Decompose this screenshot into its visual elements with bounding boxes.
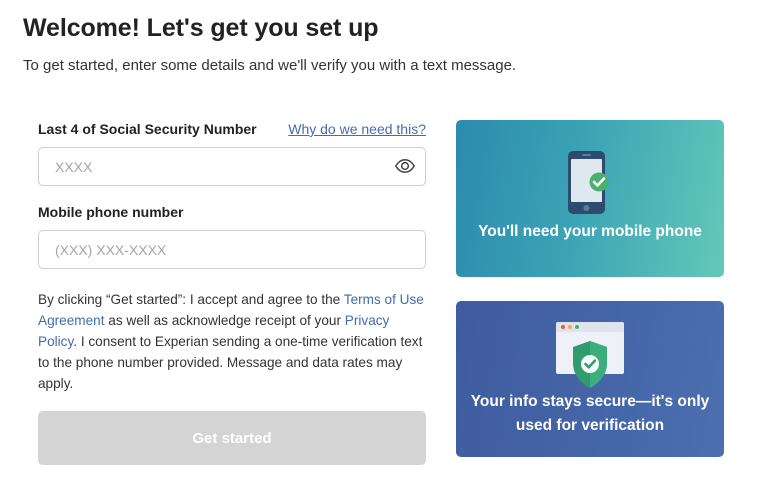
browser-shield-check-icon <box>556 322 624 388</box>
consent-text-part3: . I consent to Experian sending a one-ti… <box>38 334 423 391</box>
phone-field <box>38 230 426 269</box>
phone-input[interactable] <box>39 231 395 268</box>
ssn-label: Last 4 of Social Security Number <box>38 121 257 137</box>
page-subtitle: To get started, enter some details and w… <box>23 57 517 74</box>
setup-form: Last 4 of Social Security Number Why do … <box>38 121 426 465</box>
secure-info-card: Your info stays secure—it's only used fo… <box>456 301 724 457</box>
get-started-button[interactable]: Get started <box>38 411 426 465</box>
ssn-label-row: Last 4 of Social Security Number Why do … <box>38 121 426 139</box>
phone-label: Mobile phone number <box>38 204 184 220</box>
mobile-phone-card-text: You'll need your mobile phone <box>478 223 702 240</box>
eye-icon[interactable] <box>395 158 415 174</box>
consent-text-part2: as well as acknowledge receipt of your <box>104 313 345 328</box>
phone-label-row: Mobile phone number <box>38 204 426 222</box>
ssn-field <box>38 147 426 186</box>
why-do-we-need-this-link[interactable]: Why do we need this? <box>288 121 426 137</box>
consent-text-part1: By clicking “Get started”: I accept and … <box>38 292 344 307</box>
mobile-phone-card: You'll need your mobile phone <box>456 120 724 277</box>
consent-text: By clicking “Get started”: I accept and … <box>38 289 428 394</box>
mobile-phone-check-icon <box>568 151 609 214</box>
page-title: Welcome! Let's get you set up <box>23 14 379 42</box>
ssn-input[interactable] <box>39 148 395 185</box>
secure-info-card-text: Your info stays secure—it's only used fo… <box>470 393 710 434</box>
